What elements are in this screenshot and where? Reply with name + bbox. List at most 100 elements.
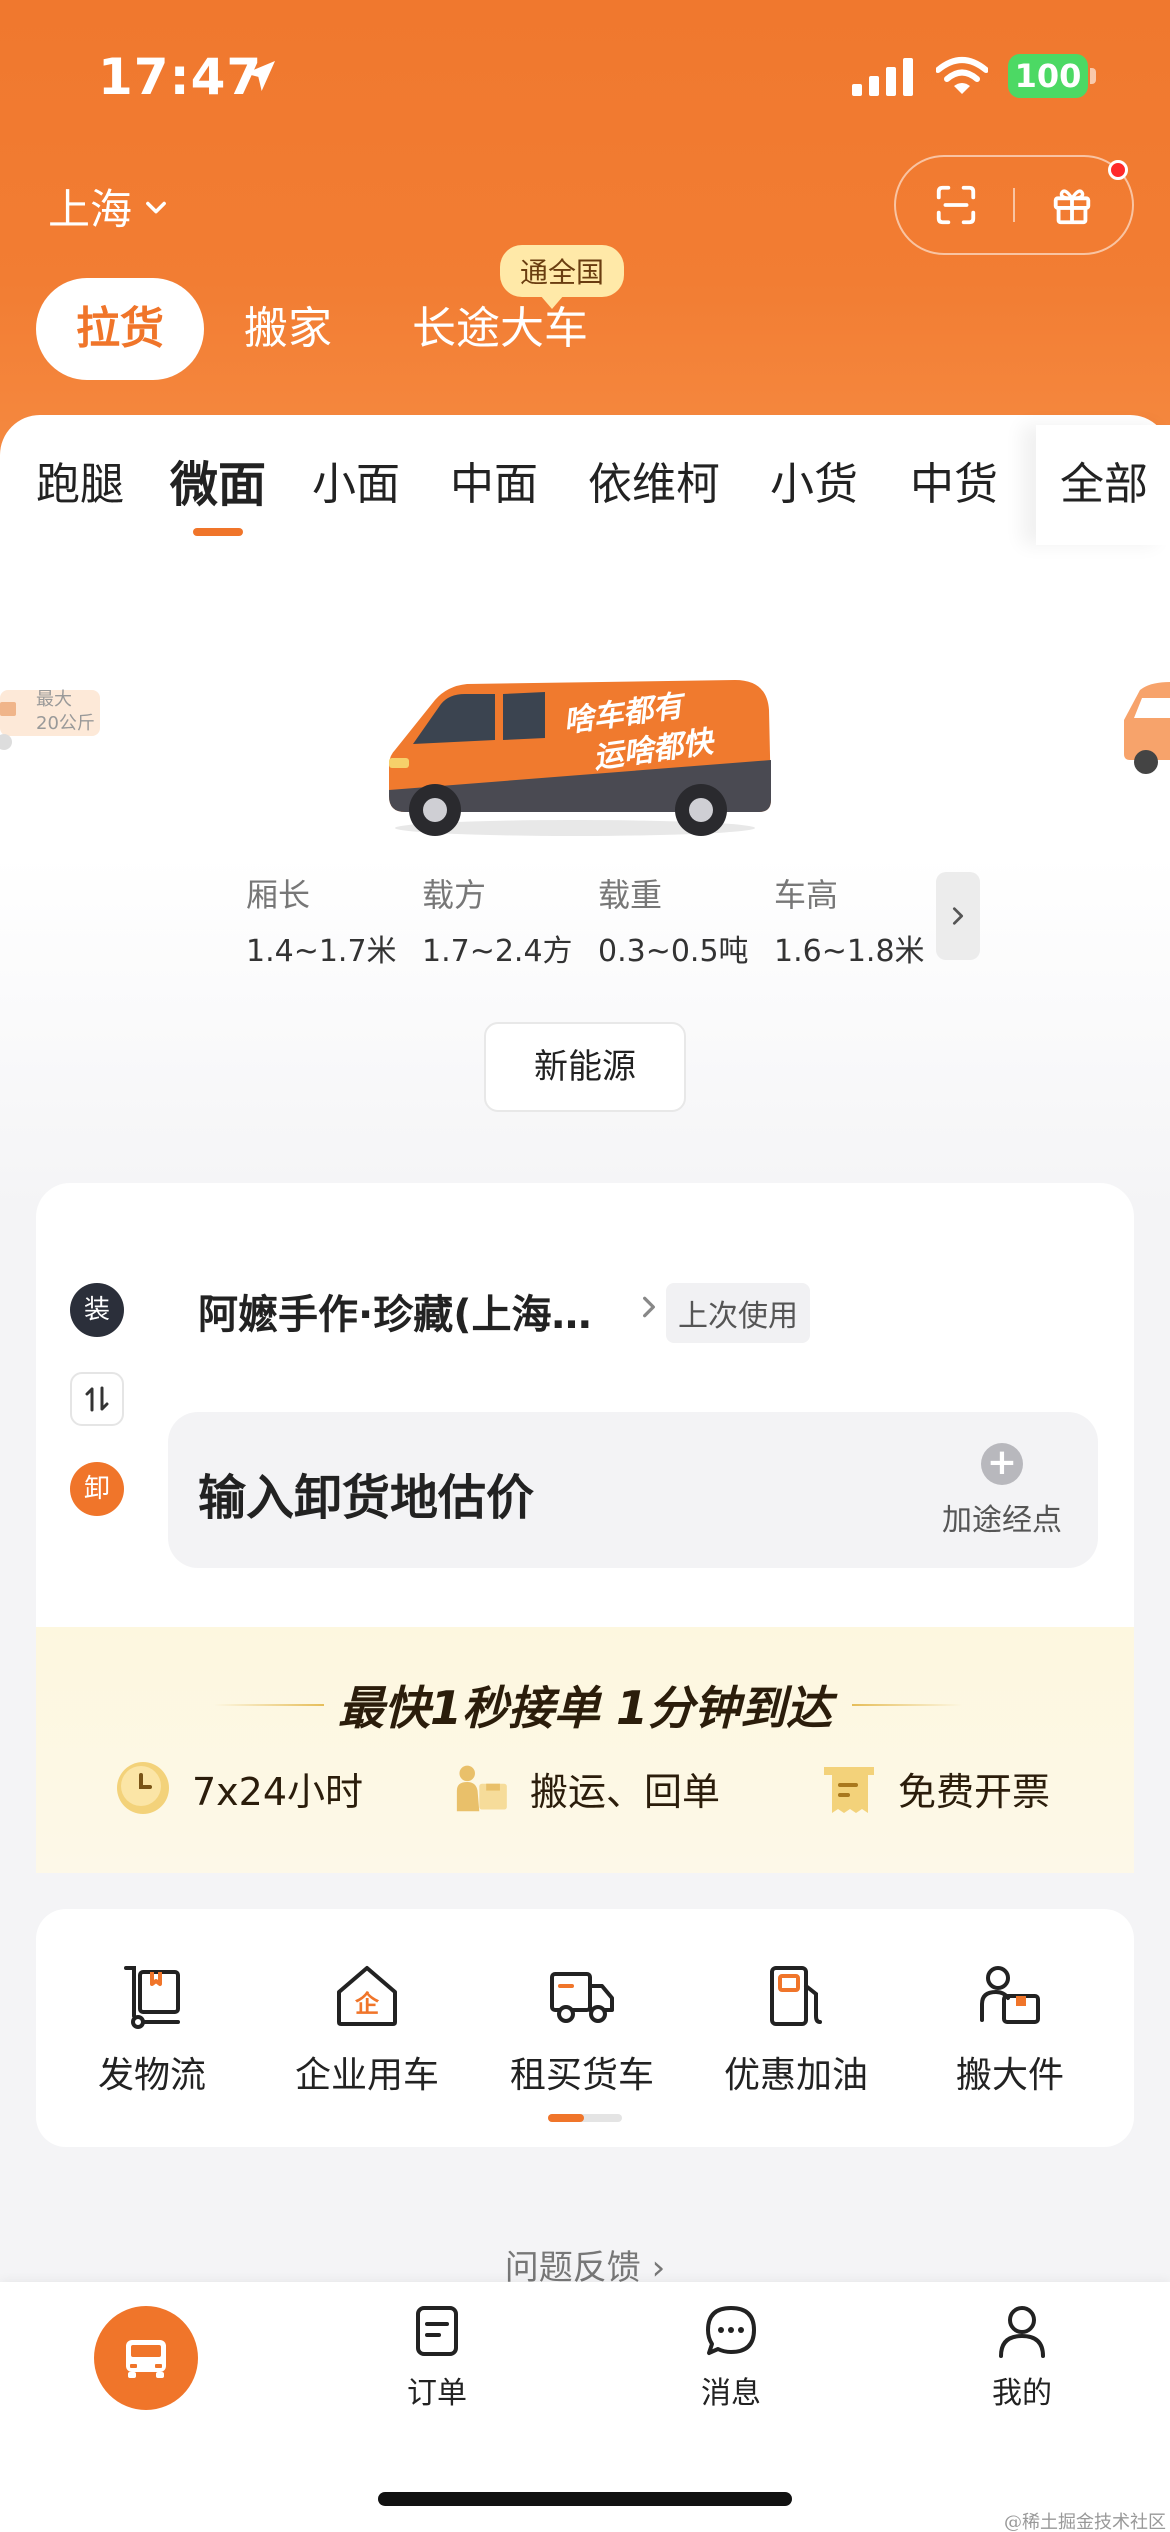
vehicle-specs: 厢长 1.4~1.7米 载方 1.7~2.4方 载重 0.3~0.5吨 车高 1… <box>246 870 950 970</box>
wifi-icon <box>936 57 988 94</box>
spec-value: 0.3~0.5吨 <box>598 934 749 969</box>
battery-indicator: 100 <box>1008 54 1088 98</box>
swap-address-button[interactable] <box>70 1372 124 1426</box>
user-icon <box>999 2306 1045 2358</box>
truck-front-icon <box>126 2340 166 2378</box>
spec-value: 1.4~1.7米 <box>246 934 397 969</box>
tab-cargo[interactable]: 拉货 <box>36 278 204 380</box>
load-badge: 装 <box>70 1283 124 1337</box>
nav-profile[interactable]: 我的 <box>952 2302 1092 2412</box>
plus-icon: + <box>981 1443 1023 1485</box>
nav-home-button[interactable] <box>94 2306 198 2410</box>
spec-more-button[interactable] <box>936 872 980 960</box>
microvan-illustration: 啥车都有 运啥都快 <box>389 680 771 836</box>
last-used-badge: 上次使用 <box>666 1283 810 1343</box>
bulky-icon <box>980 1966 1040 2024</box>
nationwide-badge: 通全国 <box>500 245 625 309</box>
spec-height: 车高 1.6~1.8米 <box>774 870 950 970</box>
enterprise-icon: 企 <box>337 1966 397 2026</box>
spec-label: 载重 <box>598 876 663 914</box>
services-page-indicator <box>548 2114 622 2122</box>
nav-orders[interactable]: 订单 <box>367 2302 507 2412</box>
promo-item-porter: 搬运、回单 <box>450 1757 720 1819</box>
vehicle-tab-errand[interactable]: 跑腿 <box>36 440 124 530</box>
add-stop-button[interactable]: + 加途经点 <box>940 1443 1064 1539</box>
chevron-down-icon <box>146 201 166 213</box>
unload-placeholder[interactable]: 输入卸货地估价 <box>198 1458 534 1528</box>
promo-items: 7x24小时 搬运、回单 免费开票 <box>0 1757 1170 1827</box>
notification-dot <box>1108 160 1128 180</box>
header-actions-divider <box>1013 188 1015 222</box>
city-selector[interactable]: 上海 <box>48 176 170 237</box>
vehicle-tab-medium-van[interactable]: 中面 <box>450 440 538 530</box>
services-page-indicator-active <box>548 2114 584 2122</box>
invoice-icon <box>824 1767 874 1813</box>
spec-cargo-length: 厢长 1.4~1.7米 <box>246 870 422 970</box>
prev-vehicle-tag-line1: 最大 <box>36 689 72 710</box>
service-truck-rental[interactable]: 租买货车 <box>472 1960 692 2098</box>
service-label: 优惠加油 <box>723 2055 868 2096</box>
service-label: 企业用车 <box>294 2055 439 2096</box>
unload-badge: 卸 <box>70 1462 124 1516</box>
service-enterprise[interactable]: 企 企业用车 <box>257 1960 477 2098</box>
vehicle-tab-medium-truck[interactable]: 中货 <box>910 440 998 530</box>
promo-item-label: 搬运、回单 <box>530 1769 721 1814</box>
orders-icon <box>416 2306 458 2356</box>
service-bulky-items[interactable]: 搬大件 <box>900 1960 1120 2098</box>
nav-label: 订单 <box>407 2376 467 2411</box>
fuel-icon <box>770 1966 822 2026</box>
spec-volume: 载方 1.7~2.4方 <box>422 870 598 970</box>
message-icon <box>706 2306 756 2355</box>
spec-value: 1.7~2.4方 <box>422 934 573 969</box>
status-bar: 17:47 100 <box>0 0 1170 150</box>
vehicle-tab-underline <box>193 528 243 536</box>
promo-title: 最快1秒接单 1分钟到达 <box>337 1681 833 1735</box>
spec-label: 厢长 <box>246 876 311 914</box>
clock-icon <box>117 1762 169 1814</box>
gift-icon[interactable] <box>1049 182 1095 228</box>
service-label: 租买货车 <box>509 2055 654 2096</box>
service-label: 发物流 <box>97 2055 206 2096</box>
add-stop-label: 加途经点 <box>942 1503 1062 1538</box>
service-label: 搬大件 <box>955 2055 1064 2096</box>
new-energy-button[interactable]: 新能源 <box>484 1022 686 1112</box>
spec-label: 载方 <box>422 876 487 914</box>
nav-label: 消息 <box>701 2376 761 2411</box>
service-logistics[interactable]: 发物流 <box>42 1960 262 2098</box>
truck-icon <box>550 1972 614 2023</box>
vehicle-tab-microvan[interactable]: 微面 <box>170 440 266 530</box>
svg-text:企: 企 <box>355 1990 380 2018</box>
vehicle-type-tabs: 跑腿 微面 小面 中面 依维柯 小货 中货 <box>0 440 1170 540</box>
next-vehicle-thumbnail[interactable] <box>1120 670 1170 780</box>
porter-icon <box>456 1765 507 1812</box>
scan-icon[interactable] <box>933 182 979 228</box>
swap-icon <box>85 1386 109 1412</box>
prev-vehicle-tag: 最大 20公斤 <box>36 688 95 736</box>
spec-value: 1.6~1.8米 <box>774 934 925 969</box>
nav-messages[interactable]: 消息 <box>661 2302 801 2412</box>
watermark: @稀土掘金技术社区 <box>1004 2512 1166 2532</box>
load-address[interactable]: 阿嬷手作·珍藏(上海… <box>198 1282 591 1340</box>
chevron-right-icon <box>952 907 964 925</box>
vehicle-tab-small-van[interactable]: 小面 <box>312 440 400 530</box>
service-fuel[interactable]: 优惠加油 <box>686 1960 906 2098</box>
promo-item-label: 免费开票 <box>898 1769 1051 1814</box>
header-actions <box>894 155 1134 255</box>
home-indicator <box>378 2492 792 2506</box>
promo-banner <box>36 1627 1134 1873</box>
vehicle-tab-iveco[interactable]: 依维柯 <box>588 440 720 530</box>
promo-item-24h: 7x24小时 <box>112 1757 363 1819</box>
vehicle-tab-small-truck[interactable]: 小货 <box>770 440 858 530</box>
nav-label: 我的 <box>992 2376 1052 2411</box>
promo-item-invoice: 免费开票 <box>818 1757 1050 1819</box>
logistics-icon <box>124 1966 180 2029</box>
spec-payload: 载重 0.3~0.5吨 <box>598 870 774 970</box>
promo-item-label: 7x24小时 <box>192 1769 364 1814</box>
prev-vehicle-tag-line2: 20公斤 <box>36 713 95 734</box>
cellular-signal-icon <box>852 58 913 96</box>
spec-label: 车高 <box>774 876 839 914</box>
battery-tip <box>1090 68 1096 84</box>
vehicle-tab-all[interactable]: 全部 <box>1036 425 1170 545</box>
tab-moving[interactable]: 搬家 <box>204 278 372 380</box>
status-time: 17:47 <box>98 48 263 106</box>
